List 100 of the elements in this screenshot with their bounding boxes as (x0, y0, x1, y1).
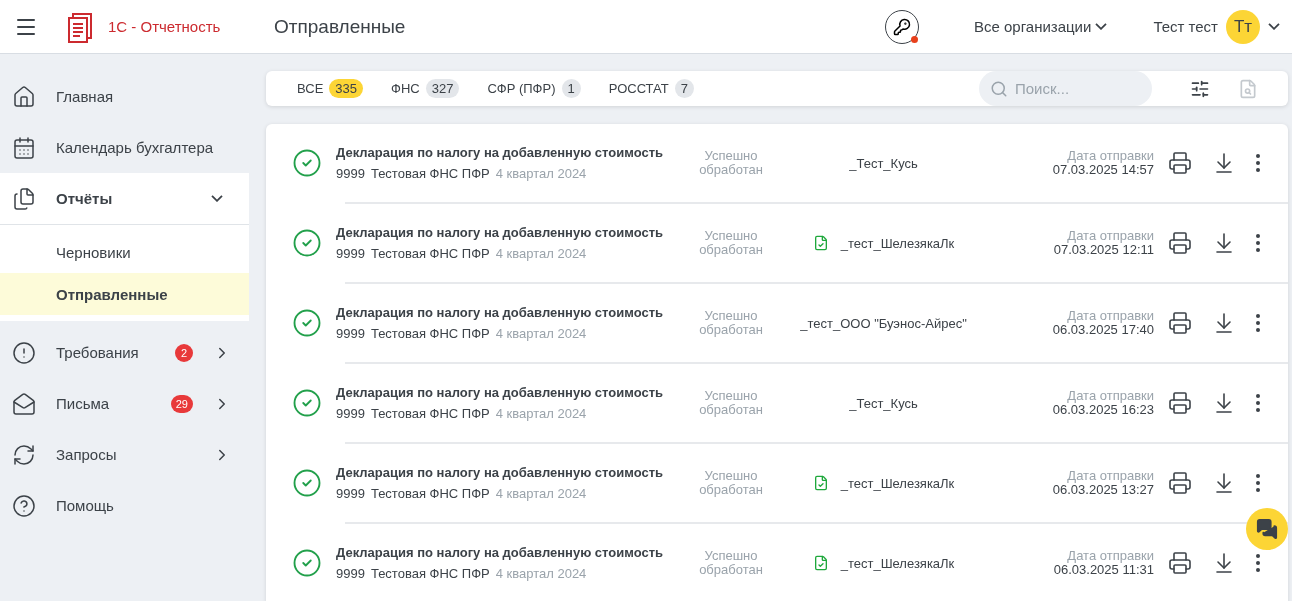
success-icon (292, 468, 322, 498)
nav-icon (12, 135, 36, 160)
chevron-icon (1268, 23, 1280, 30)
more-icon (1256, 394, 1260, 412)
search-field[interactable]: Поиск... (979, 71, 1152, 106)
more-icon (1256, 154, 1260, 172)
report-status: Успешно обработан (698, 229, 764, 257)
report-period: 4 квартал 2024 (495, 486, 587, 501)
sliders-icon (1190, 78, 1210, 99)
send-date: 07.03.2025 12:11 (1053, 243, 1154, 257)
chevron-icon (211, 195, 223, 202)
report-status: Успешно обработан (698, 309, 764, 337)
print-button[interactable] (1168, 471, 1192, 495)
report-status: Успешно обработан (698, 469, 764, 497)
app-name: 1С - Отчетность (108, 18, 221, 35)
signed-file-icon (812, 235, 829, 251)
nav-icon (12, 186, 36, 211)
page-title: Отправленные (274, 15, 407, 38)
nav-item[interactable]: Главная (0, 71, 249, 122)
recipient: Тестовая ФНС ПФР (370, 566, 490, 581)
report-title: Декларация по налогу на добавленную стоимость (336, 545, 665, 560)
printer-icon (1168, 311, 1192, 335)
report-period: 4 квартал 2024 (495, 246, 587, 261)
more-button[interactable] (1256, 231, 1260, 255)
file-search-icon (1238, 78, 1258, 99)
success-icon (292, 148, 322, 178)
avatar: Тт (1226, 9, 1260, 44)
nav-icon (12, 442, 36, 467)
nav-subitem[interactable]: Отправленные (0, 273, 249, 315)
more-icon (1256, 554, 1260, 572)
organization-name: _Тест_Кусь (849, 395, 918, 411)
send-date: 06.03.2025 17:40 (1052, 323, 1154, 337)
signed-file-icon (812, 475, 829, 491)
count-badge: 29 (170, 394, 193, 413)
report-period: 4 квартал 2024 (495, 566, 587, 581)
more-icon (1256, 474, 1260, 492)
recipient: Тестовая ФНС ПФР (370, 246, 490, 261)
success-icon (292, 388, 322, 418)
recipient: Тестовая ФНС ПФР (370, 486, 490, 501)
filter-tab[interactable]: СФР (ПФР) 1 (487, 79, 581, 98)
more-button[interactable] (1256, 551, 1260, 575)
nav-item[interactable]: Помощь (0, 480, 249, 531)
report-period: 4 квартал 2024 (495, 406, 587, 421)
user-menu[interactable]: Тест тест Тт (1153, 9, 1280, 44)
printer-icon (1168, 231, 1192, 255)
report-status: Успешно обработан (698, 149, 764, 177)
report-title: Декларация по налогу на добавленную стоимость (336, 385, 665, 400)
report-title: Декларация по налогу на добавленную стоимость (336, 305, 665, 320)
report-code: 9999 (336, 326, 365, 341)
report-title: Декларация по налогу на добавленную стоимость (336, 465, 665, 480)
send-date: 06.03.2025 13:27 (1052, 483, 1154, 497)
more-button[interactable] (1256, 391, 1260, 415)
report-status: Успешно обработан (698, 549, 764, 577)
nav-group[interactable]: Отчёты (0, 173, 249, 224)
success-icon (292, 308, 322, 338)
print-button[interactable] (1168, 391, 1192, 415)
nav-icon (12, 340, 36, 365)
organization-dropdown[interactable]: Все организации (973, 18, 1108, 35)
nav-subitem[interactable]: Черновики (0, 231, 249, 273)
more-button[interactable] (1256, 471, 1260, 495)
print-button[interactable] (1168, 311, 1192, 335)
nav-item[interactable]: Письма 29 (0, 378, 249, 429)
printer-icon (1168, 471, 1192, 495)
nav-icon (12, 391, 36, 416)
nav-item[interactable]: Запросы (0, 429, 249, 480)
report-title: Декларация по налогу на добавленную стоимость (336, 145, 665, 160)
date-label: Дата отправки (1067, 549, 1154, 563)
more-button[interactable] (1256, 311, 1260, 335)
date-label: Дата отправки (1067, 469, 1154, 483)
chevron-icon (1095, 23, 1108, 30)
printer-icon (1168, 151, 1192, 175)
filter-settings-button[interactable] (1190, 78, 1210, 99)
organization-name: _тест_ШелезякаЛк (840, 235, 955, 251)
signed-file-icon (812, 555, 829, 571)
send-date: 07.03.2025 14:57 (1052, 163, 1154, 177)
recipient: Тестовая ФНС ПФР (370, 326, 490, 341)
more-button[interactable] (1256, 151, 1260, 175)
print-button[interactable] (1168, 551, 1192, 575)
count-badge: 2 (175, 343, 193, 362)
chat-icon (1256, 518, 1278, 540)
print-button[interactable] (1168, 151, 1192, 175)
more-icon (1256, 234, 1260, 252)
recipient: Тестовая ФНС ПФР (370, 406, 490, 421)
send-date: 06.03.2025 11:31 (1053, 563, 1154, 577)
nav-item[interactable]: Календарь бухгалтера (0, 122, 249, 173)
report-code: 9999 (336, 246, 365, 261)
search-icon (990, 80, 1008, 98)
filter-tab[interactable]: РОССТАТ 7 (608, 79, 694, 98)
send-date: 06.03.2025 16:23 (1052, 403, 1154, 417)
nav-item[interactable]: Требования 2 (0, 327, 249, 378)
date-label: Дата отправки (1067, 389, 1154, 403)
report-title: Декларация по налогу на добавленную стоимость (336, 225, 665, 240)
print-button[interactable] (1168, 231, 1192, 255)
report-code: 9999 (336, 166, 365, 181)
date-label: Дата отправки (1067, 229, 1154, 243)
organization-name: _тест_ООО "Буэнос-Айрес" (800, 315, 967, 331)
success-icon (292, 228, 322, 258)
key-button[interactable] (884, 9, 919, 44)
organization-name: _тест_ШелезякаЛк (840, 555, 955, 571)
report-period: 4 квартал 2024 (495, 166, 587, 181)
